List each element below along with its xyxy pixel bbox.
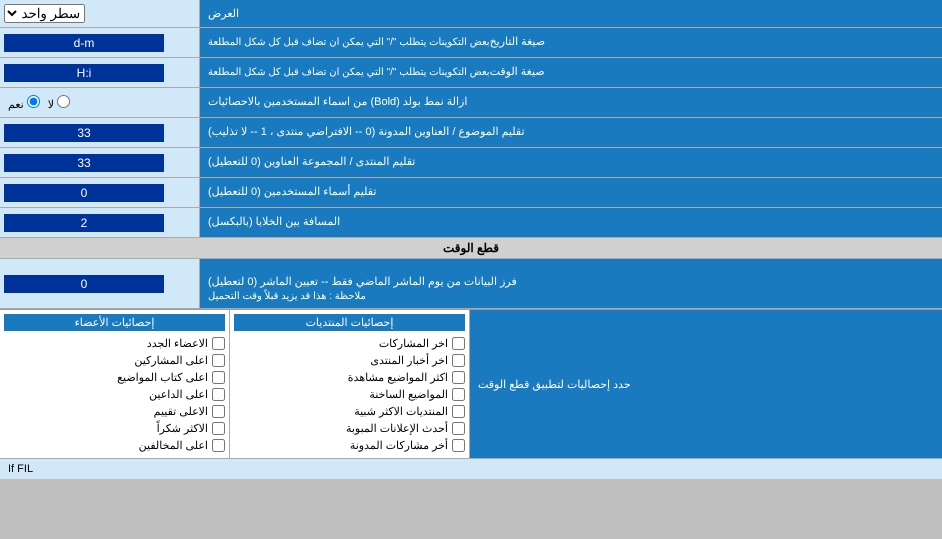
if-fil-label: If FIL	[0, 458, 942, 479]
forum-group-row: تقليم المنتدى / المجموعة العناوين (0 للت…	[0, 148, 942, 178]
forum-group-input[interactable]	[4, 154, 164, 172]
main-container: العرض سطر واحد صيغة التاريخ بعض التكوينا…	[0, 0, 942, 479]
member-item-6: الاكثر شكراً	[4, 420, 225, 437]
members-title: إحصائيات الأعضاء	[4, 314, 225, 331]
bold-no-label: لا	[48, 95, 70, 111]
display-label: العرض	[200, 0, 942, 27]
users-trim-input[interactable]	[4, 184, 164, 202]
line-mode-control[interactable]: سطر واحد	[0, 0, 200, 27]
members-stats: إحصائيات الأعضاء الاعضاء الجدد اعلى المش…	[0, 310, 230, 458]
member-item-2: اعلى المشاركين	[4, 352, 225, 369]
member-checkbox-3[interactable]	[212, 371, 225, 384]
member-item-4: اعلى الداعين	[4, 386, 225, 403]
bold-yes-label: نعم	[8, 95, 40, 111]
participations-title: إحصائيات المنتديات	[234, 314, 465, 331]
time-cut-input-container	[0, 259, 200, 308]
forums-order-input-container	[0, 118, 200, 147]
apply-stats-label: حدد إحصاليات لتطبيق قطع الوقت	[470, 310, 942, 458]
forum-group-input-container	[0, 148, 200, 177]
bold-yes-radio[interactable]	[27, 95, 40, 108]
member-item-1: الاعضاء الجدد	[4, 335, 225, 352]
date-format-input[interactable]	[4, 34, 164, 52]
bold-remove-label: ازالة نمط بولد (Bold) من اسماء المستخدمي…	[200, 88, 942, 117]
stat-item-7: أخر مشاركات المدونة	[234, 437, 465, 454]
date-format-label: صيغة التاريخ بعض التكوينات يتطلب "/" الت…	[200, 28, 942, 57]
line-mode-select[interactable]: سطر واحد	[4, 4, 85, 23]
bold-remove-row: ازالة نمط بولد (Bold) من اسماء المستخدمي…	[0, 88, 942, 118]
member-checkbox-6[interactable]	[212, 422, 225, 435]
stat-checkbox-3[interactable]	[452, 371, 465, 384]
date-format-row: صيغة التاريخ بعض التكوينات يتطلب "/" الت…	[0, 28, 942, 58]
stats-bottom-section: حدد إحصاليات لتطبيق قطع الوقت إحصائيات ا…	[0, 309, 942, 458]
stat-item-5: المنتديات الاكثر شبية	[234, 403, 465, 420]
member-item-5: الاعلى تقييم	[4, 403, 225, 420]
date-format-input-container	[0, 28, 200, 57]
time-format-input-container	[0, 58, 200, 87]
stat-checkbox-6[interactable]	[452, 422, 465, 435]
stat-item-1: اخر المشاركات	[234, 335, 465, 352]
stat-item-3: اكثر المواضيع مشاهدة	[234, 369, 465, 386]
cells-spacing-input-container	[0, 208, 200, 237]
stat-checkbox-1[interactable]	[452, 337, 465, 350]
display-row: العرض سطر واحد	[0, 0, 942, 28]
member-checkbox-7[interactable]	[212, 439, 225, 452]
time-cut-header: قطع الوقت	[0, 238, 942, 259]
users-trim-row: تقليم أسماء المستخدمين (0 للتعطيل)	[0, 178, 942, 208]
member-item-7: اعلى المخالفين	[4, 437, 225, 454]
users-trim-label: تقليم أسماء المستخدمين (0 للتعطيل)	[200, 178, 942, 207]
member-checkbox-1[interactable]	[212, 337, 225, 350]
time-format-input[interactable]	[4, 64, 164, 82]
member-checkbox-5[interactable]	[212, 405, 225, 418]
stat-item-6: أحدث الإعلانات المبوبة	[234, 420, 465, 437]
participations-stats: إحصائيات المنتديات اخر المشاركات اخر أخب…	[230, 310, 470, 458]
time-cut-input[interactable]	[4, 275, 164, 293]
stat-checkbox-4[interactable]	[452, 388, 465, 401]
member-checkbox-4[interactable]	[212, 388, 225, 401]
cells-spacing-row: المسافة بين الخلايا (بالبكسل)	[0, 208, 942, 238]
cells-spacing-input[interactable]	[4, 214, 164, 232]
time-cut-row: فرز البيانات من يوم الماشر الماضي فقط --…	[0, 259, 942, 309]
time-cut-label: فرز البيانات من يوم الماشر الماضي فقط --…	[200, 259, 942, 308]
stat-item-4: المواضيع الساخنة	[234, 386, 465, 403]
time-format-label: صيغة الوقت بعض التكوينات يتطلب "/" التي …	[200, 58, 942, 87]
forums-order-row: تقليم الموضوع / العناوين المدونة (0 -- ا…	[0, 118, 942, 148]
users-trim-input-container	[0, 178, 200, 207]
time-format-row: صيغة الوقت بعض التكوينات يتطلب "/" التي …	[0, 58, 942, 88]
cells-spacing-label: المسافة بين الخلايا (بالبكسل)	[200, 208, 942, 237]
stat-item-2: اخر أخبار المنتدى	[234, 352, 465, 369]
stat-checkbox-5[interactable]	[452, 405, 465, 418]
bold-no-radio[interactable]	[57, 95, 70, 108]
forums-order-label: تقليم الموضوع / العناوين المدونة (0 -- ا…	[200, 118, 942, 147]
bold-remove-control: لا نعم	[0, 88, 200, 117]
member-checkbox-2[interactable]	[212, 354, 225, 367]
member-item-3: اعلى كتاب المواضيع	[4, 369, 225, 386]
forums-order-input[interactable]	[4, 124, 164, 142]
stat-checkbox-2[interactable]	[452, 354, 465, 367]
stat-checkbox-7[interactable]	[452, 439, 465, 452]
forum-group-label: تقليم المنتدى / المجموعة العناوين (0 للت…	[200, 148, 942, 177]
